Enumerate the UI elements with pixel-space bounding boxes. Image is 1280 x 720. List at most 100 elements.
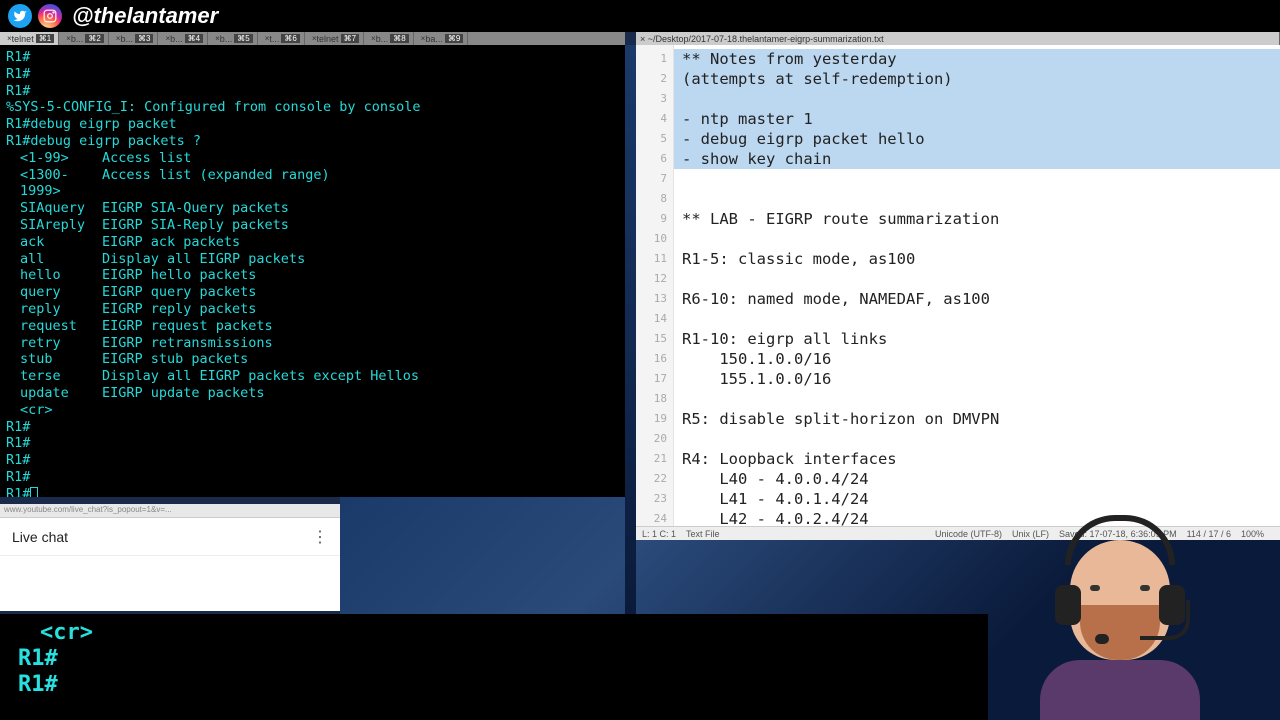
editor-body[interactable]: ** Notes from yesterday(attempts at self… — [674, 45, 1280, 540]
editor-line[interactable]: - ntp master 1 — [674, 109, 1280, 129]
gutter-line-number: 15 — [636, 329, 673, 349]
terminal-line: R1# — [6, 486, 619, 497]
gutter-line-number: 19 — [636, 409, 673, 429]
terminal-help-row: <cr> — [6, 402, 619, 419]
live-chat-menu-icon[interactable]: ⋮ — [312, 527, 328, 547]
editor-gutter: 123456789101112131415161718192021222324 — [636, 45, 674, 540]
editor-line[interactable] — [682, 169, 1280, 189]
terminal-line: R1#debug eigrp packets ? — [6, 133, 619, 150]
terminal-help-row: queryEIGRP query packets — [6, 284, 619, 301]
gutter-line-number: 11 — [636, 249, 673, 269]
gutter-line-number: 18 — [636, 389, 673, 409]
gutter-line-number: 13 — [636, 289, 673, 309]
editor-line[interactable]: (attempts at self-redemption) — [674, 69, 1280, 89]
gutter-line-number: 7 — [636, 169, 673, 189]
editor-line[interactable]: - show key chain — [674, 149, 1280, 169]
stream-banner: @thelantamer — [0, 0, 1280, 32]
editor-line[interactable]: ** LAB - EIGRP route summarization — [682, 209, 1280, 229]
editor-line[interactable]: ** Notes from yesterday — [674, 49, 1280, 69]
terminal-line: R1# — [6, 452, 619, 469]
terminal-line: R1#debug eigrp packet — [6, 116, 619, 133]
webcam-overlay — [1020, 490, 1220, 720]
terminal-tab[interactable]: × b... ⌘2 — [59, 32, 109, 45]
terminal-help-row: SIAqueryEIGRP SIA-Query packets — [6, 200, 619, 217]
terminal-line: %SYS-5-CONFIG_I: Configured from console… — [6, 99, 619, 116]
gutter-line-number: 20 — [636, 429, 673, 449]
editor-line[interactable] — [682, 189, 1280, 209]
gutter-line-number: 21 — [636, 449, 673, 469]
gutter-line-number: 14 — [636, 309, 673, 329]
editor-line[interactable]: - debug eigrp packet hello — [674, 129, 1280, 149]
gutter-line-number: 17 — [636, 369, 673, 389]
editor-line[interactable]: R1-5: classic mode, as100 — [682, 249, 1280, 269]
editor-line[interactable] — [682, 389, 1280, 409]
zoom-line: R1# — [18, 646, 970, 672]
terminal-tab[interactable]: × ba... ⌘9 — [414, 32, 469, 45]
terminal-tab[interactable]: × b... ⌘5 — [208, 32, 258, 45]
twitter-icon[interactable] — [8, 4, 32, 28]
gutter-line-number: 16 — [636, 349, 673, 369]
gutter-line-number: 10 — [636, 229, 673, 249]
terminal-tab[interactable]: × b... ⌘8 — [364, 32, 414, 45]
terminal-help-row: <1300-1999>Access list (expanded range) — [6, 167, 619, 201]
social-handle: @thelantamer — [72, 3, 218, 29]
zoom-line: R1# — [18, 672, 970, 698]
live-chat-body[interactable] — [0, 556, 340, 611]
terminal-tab[interactable]: × telnet ⌘1 — [0, 32, 59, 45]
zoomed-terminal-panel: <cr> R1# R1# — [0, 614, 988, 720]
instagram-icon[interactable] — [38, 4, 62, 28]
editor-line[interactable] — [674, 89, 1280, 109]
text-editor-window[interactable]: 123456789101112131415161718192021222324 … — [636, 45, 1280, 540]
editor-line[interactable]: R4: Loopback interfaces — [682, 449, 1280, 469]
live-chat-title: Live chat — [12, 529, 312, 545]
editor-line[interactable] — [682, 229, 1280, 249]
live-chat-urlbar: www.youtube.com/live_chat?is_popout=1&v=… — [0, 504, 340, 518]
terminal-line: R1# — [6, 419, 619, 436]
terminal-line: R1# — [6, 469, 619, 486]
terminal-help-row: replyEIGRP reply packets — [6, 301, 619, 318]
terminal-window[interactable]: R1#R1#R1#%SYS-5-CONFIG_I: Configured fro… — [0, 45, 625, 497]
terminal-tab[interactable]: × b... ⌘3 — [109, 32, 159, 45]
gutter-line-number: 5 — [636, 129, 673, 149]
terminal-help-row: ackEIGRP ack packets — [6, 234, 619, 251]
terminal-tabstrip[interactable]: × telnet ⌘1× b... ⌘2× b... ⌘3× b... ⌘4× … — [0, 32, 625, 45]
terminal-help-row: updateEIGRP update packets — [6, 385, 619, 402]
terminal-help-row: terseDisplay all EIGRP packets except He… — [6, 368, 619, 385]
live-chat-header: Live chat ⋮ — [0, 518, 340, 556]
desktop-background-gap — [625, 45, 636, 615]
zoom-line: <cr> — [18, 620, 970, 646]
gutter-line-number: 12 — [636, 269, 673, 289]
terminal-cursor — [30, 487, 38, 497]
terminal-tab[interactable]: × telnet ⌘7 — [305, 32, 364, 45]
status-encoding: Unicode (UTF-8) — [935, 529, 1002, 539]
gutter-line-number: 9 — [636, 209, 673, 229]
terminal-help-row: stubEIGRP stub packets — [6, 351, 619, 368]
terminal-line: R1# — [6, 66, 619, 83]
editor-line[interactable]: 155.1.0.0/16 — [682, 369, 1280, 389]
terminal-tab[interactable]: × t... ⌘6 — [258, 32, 305, 45]
editor-line[interactable]: L40 - 4.0.0.4/24 — [682, 469, 1280, 489]
editor-line[interactable] — [682, 269, 1280, 289]
editor-tabstrip[interactable]: × ~/Desktop/2017-07-18.thelantamer-eigrp… — [636, 32, 1280, 45]
terminal-line: R1# — [6, 83, 619, 100]
status-position: L: 1 C: 1 — [642, 529, 676, 539]
terminal-help-row: helloEIGRP hello packets — [6, 267, 619, 284]
terminal-tab[interactable]: × b... ⌘4 — [158, 32, 208, 45]
gutter-line-number: 23 — [636, 489, 673, 509]
terminal-help-row: requestEIGRP request packets — [6, 318, 619, 335]
terminal-help-row: SIAreplyEIGRP SIA-Reply packets — [6, 217, 619, 234]
gutter-line-number: 22 — [636, 469, 673, 489]
terminal-help-row: <1-99>Access list — [6, 150, 619, 167]
live-chat-window[interactable]: www.youtube.com/live_chat?is_popout=1&v=… — [0, 504, 340, 611]
editor-line[interactable]: R5: disable split-horizon on DMVPN — [682, 409, 1280, 429]
status-filetype: Text File — [686, 529, 720, 539]
terminal-line: R1# — [6, 49, 619, 66]
gutter-line-number: 3 — [636, 89, 673, 109]
editor-tab[interactable]: × ~/Desktop/2017-07-18.thelantamer-eigrp… — [636, 32, 1280, 45]
editor-line[interactable]: R6-10: named mode, NAMEDAF, as100 — [682, 289, 1280, 309]
editor-line[interactable] — [682, 309, 1280, 329]
editor-line[interactable]: R1-10: eigrp all links — [682, 329, 1280, 349]
editor-line[interactable] — [682, 429, 1280, 449]
gutter-line-number: 1 — [636, 49, 673, 69]
editor-line[interactable]: 150.1.0.0/16 — [682, 349, 1280, 369]
